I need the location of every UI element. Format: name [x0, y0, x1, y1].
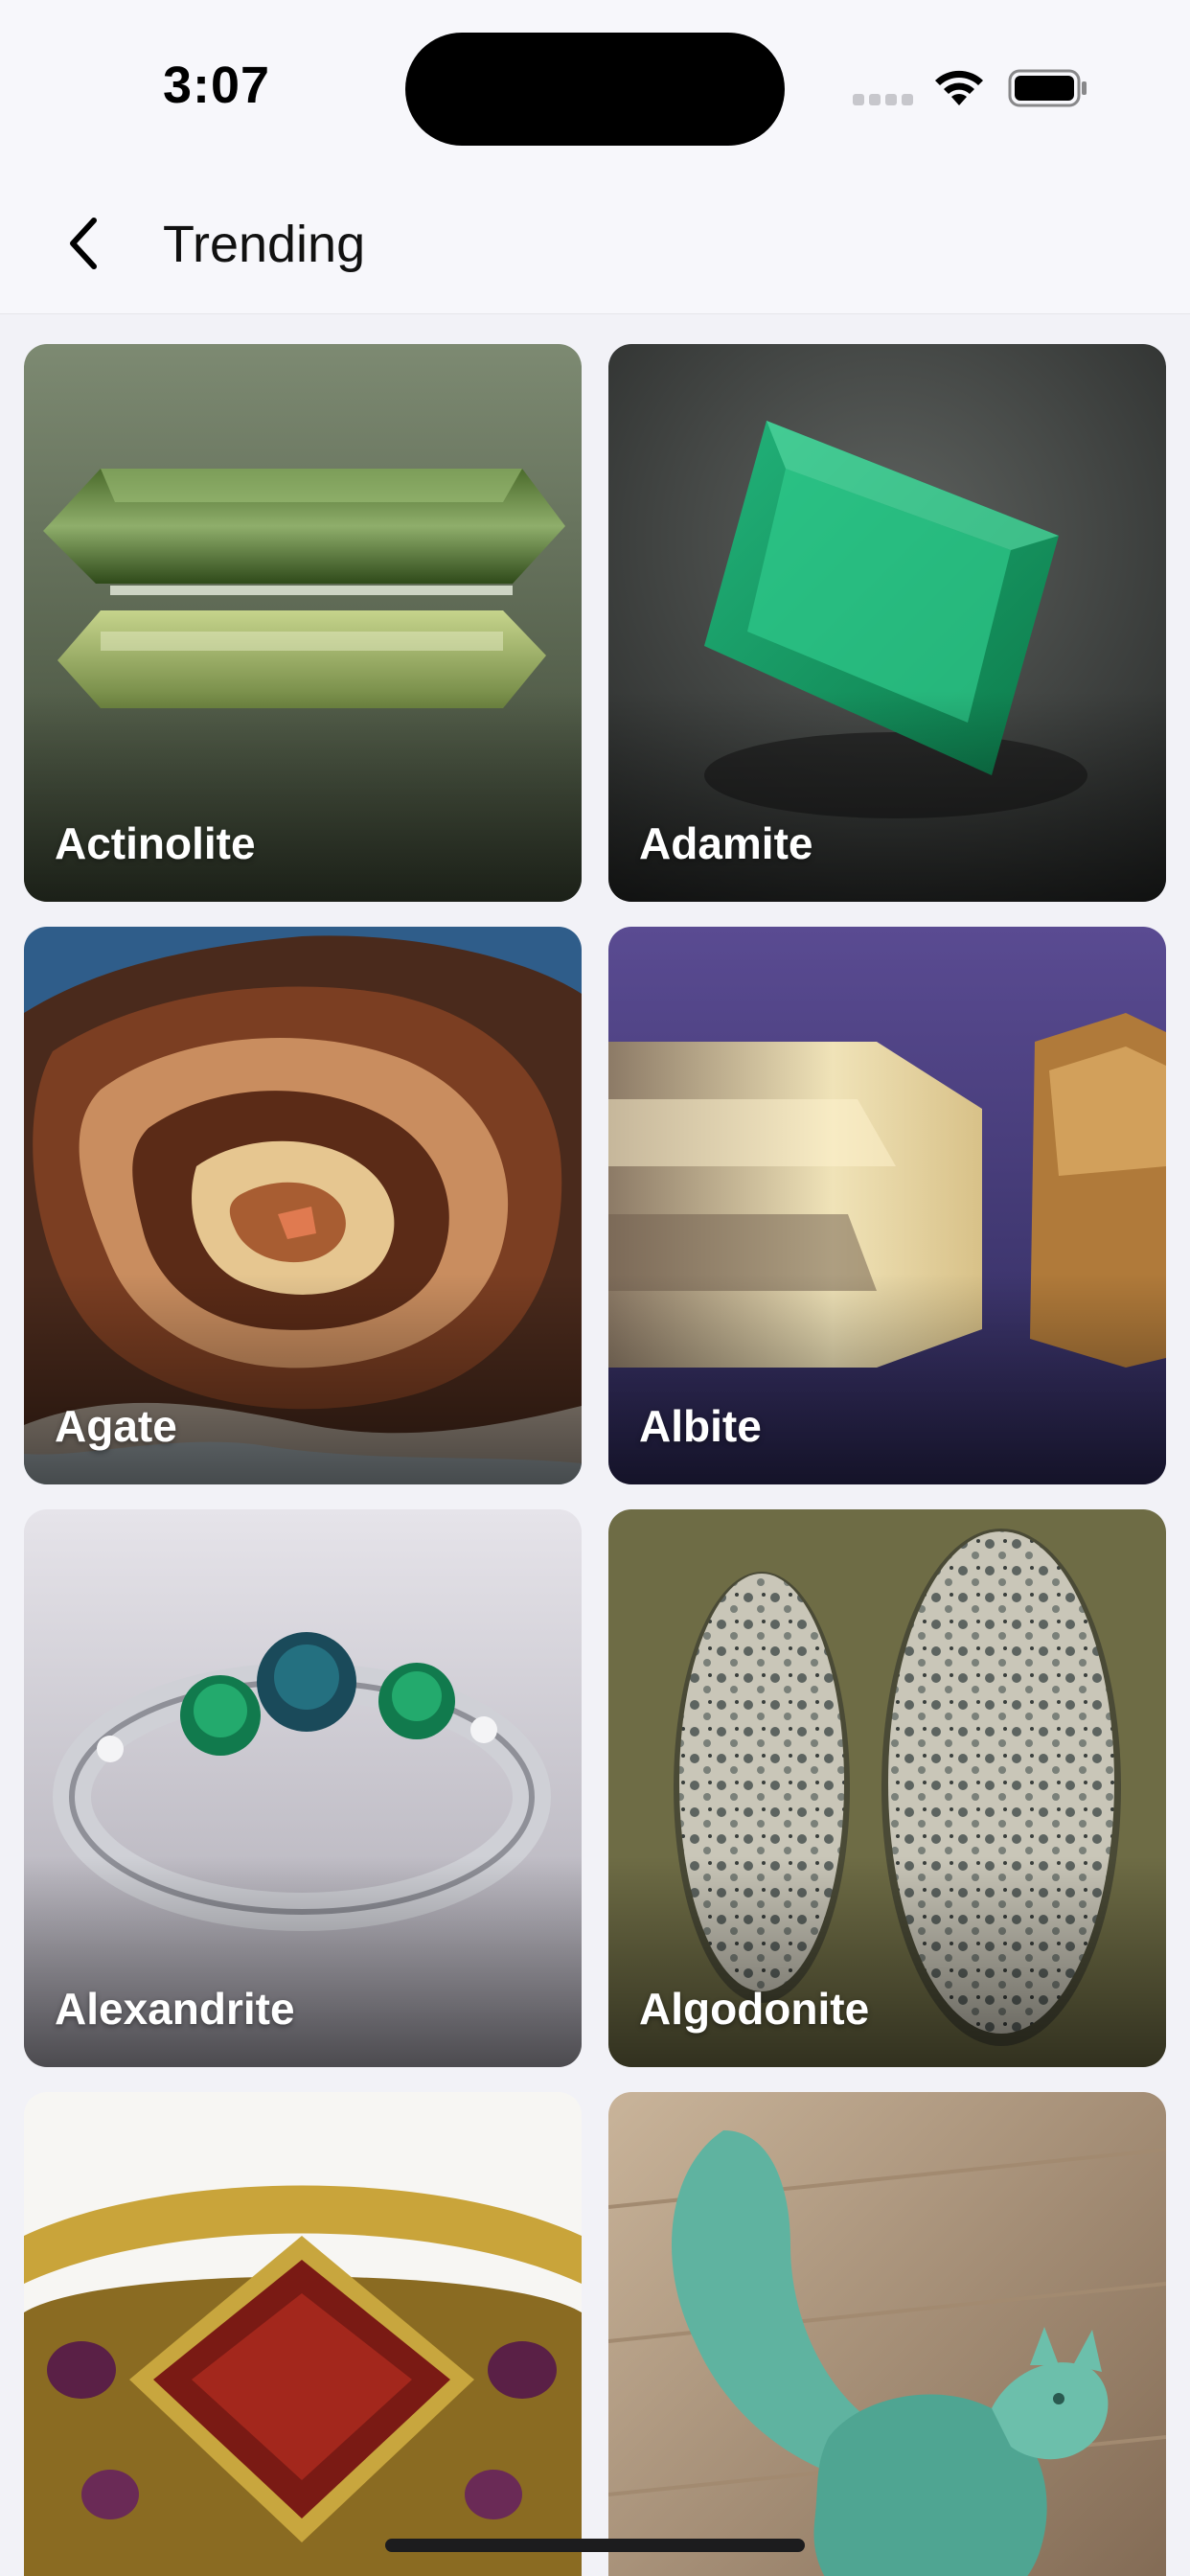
mineral-card-agate[interactable]: Agate — [24, 927, 582, 1484]
navigation-bar: Trending — [0, 172, 1190, 314]
label-shade — [608, 1274, 1166, 1484]
chevron-left-icon — [70, 218, 97, 269]
mineral-card-7[interactable] — [24, 2092, 582, 2576]
label-shade — [24, 1856, 582, 2067]
mineral-card-label: Algodonite — [639, 1984, 870, 2034]
home-indicator[interactable] — [385, 2539, 805, 2552]
label-shade — [24, 691, 582, 902]
label-shade — [608, 1856, 1166, 2067]
garnet-ring-image — [24, 2092, 582, 2576]
mineral-card-actinolite[interactable]: Actinolite — [24, 344, 582, 902]
label-shade — [24, 1274, 582, 1484]
mineral-card-albite[interactable]: Albite — [608, 927, 1166, 1484]
mineral-card-alexandrite[interactable]: Alexandrite — [24, 1509, 582, 2067]
status-bar: 3:07 — [0, 0, 1190, 172]
mineral-card-8[interactable] — [608, 2092, 1166, 2576]
mineral-card-label: Adamite — [639, 818, 813, 868]
back-button[interactable] — [46, 205, 123, 282]
mineral-card-label: Albite — [639, 1401, 762, 1451]
battery-icon — [1008, 69, 1087, 107]
mineral-card-label: Agate — [55, 1401, 177, 1451]
label-shade — [608, 691, 1166, 902]
mineral-card-algodonite[interactable]: Algodonite — [608, 1509, 1166, 2067]
cellular-signal-icon — [853, 94, 914, 107]
mineral-card-label: Alexandrite — [55, 1984, 295, 2034]
mineral-card-label: Actinolite — [55, 818, 256, 868]
dynamic-island — [405, 33, 785, 146]
mineral-card-adamite[interactable]: Adamite — [608, 344, 1166, 902]
page-title: Trending — [163, 216, 366, 273]
wifi-icon — [935, 70, 983, 105]
status-time: 3:07 — [163, 57, 271, 114]
amazonite-carving-image — [608, 2092, 1166, 2576]
